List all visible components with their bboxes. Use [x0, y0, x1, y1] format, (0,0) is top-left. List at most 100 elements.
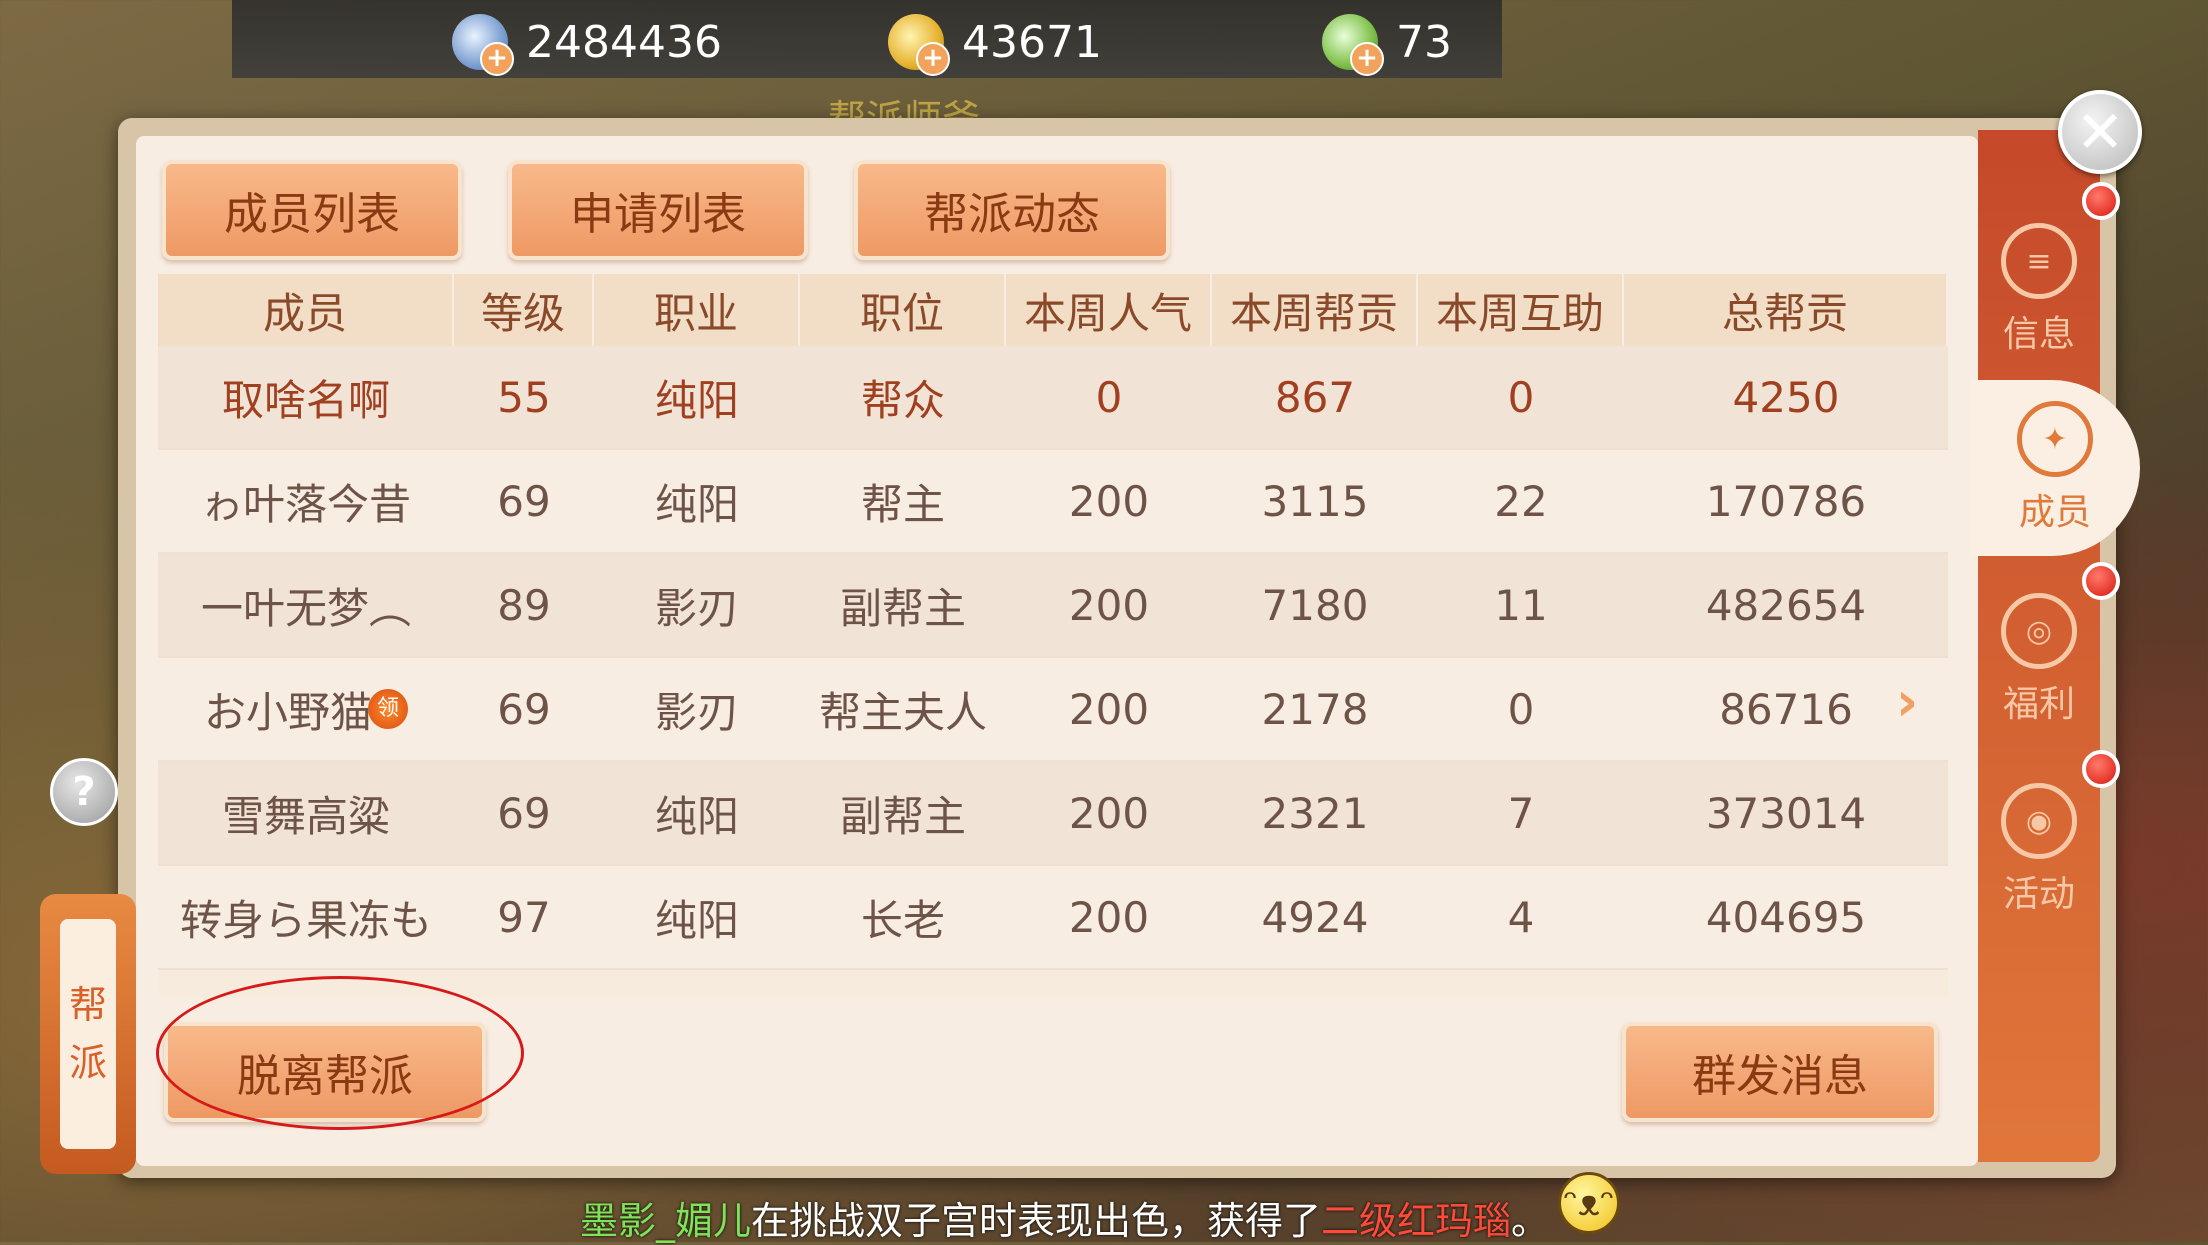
member-level: 55	[497, 372, 551, 422]
member-weekly-popularity: 200	[1068, 476, 1150, 526]
member-name: 雪舞高粱	[221, 791, 390, 841]
member-name: ゎ叶落今昔	[200, 479, 411, 529]
member-class: 影刃	[654, 687, 739, 737]
member-weekly-popularity: 200	[1068, 580, 1150, 630]
highlight-circle	[156, 976, 524, 1130]
table-header: 成员 等级 职业 职位 本周人气 本周帮贡 本周互助 总帮贡	[158, 274, 1948, 346]
member-weekly-popularity: 200	[1068, 892, 1150, 942]
notification-dot	[2082, 562, 2120, 600]
member-name: 取啥名啊	[221, 375, 390, 425]
member-class: 纯阳	[654, 375, 739, 425]
close-button[interactable]: ✕	[2058, 90, 2142, 174]
notification-dot	[2082, 750, 2120, 788]
member-table: 成员 等级 职业 职位 本周人气 本周帮贡 本周互助 总帮贡 取啥名啊 55 纯…	[158, 274, 1948, 998]
member-level: 97	[497, 892, 551, 942]
silver-coin-icon: +	[452, 14, 514, 76]
table-row[interactable]: ゎ叶落今昔 69 纯阳 帮主 200 3115 22 170786	[158, 450, 1948, 554]
header-class[interactable]: 职业	[594, 274, 800, 346]
member-level: 89	[497, 580, 551, 630]
broadcast-message-button[interactable]: 群发消息	[1622, 1022, 1938, 1122]
add-icon[interactable]: +	[1350, 42, 1384, 76]
tab-member-list[interactable]: 成员列表	[162, 160, 462, 260]
members-icon: ✦	[2017, 401, 2093, 477]
member-position: 帮主夫人	[818, 687, 987, 737]
grin-emoji-icon: ᵔᴥᵔ	[1558, 1172, 1620, 1234]
jade-coin-icon: +	[1322, 14, 1384, 76]
member-level: 69	[497, 476, 551, 526]
member-class: 纯阳	[654, 895, 739, 945]
tab-application-list[interactable]: 申请列表	[508, 160, 808, 260]
member-weekly-contribution: 4924	[1261, 892, 1369, 942]
announcement-player[interactable]: 墨影_媚儿	[580, 1199, 751, 1243]
member-weekly-contribution: 2178	[1261, 684, 1369, 734]
member-level: 69	[497, 788, 551, 838]
gold-coin-icon: +	[888, 14, 950, 76]
side-tab-label: 信息	[2002, 314, 2075, 355]
silver-currency[interactable]: + 2484436	[452, 10, 722, 76]
member-weekly-popularity: 200	[1068, 788, 1150, 838]
side-tab-events[interactable]: ◉ 活动	[1978, 762, 2100, 938]
member-weekly-assist: 7	[1507, 788, 1535, 838]
member-weekly-popularity: 200	[1068, 684, 1150, 734]
add-icon[interactable]: +	[916, 42, 950, 76]
announcement-text: 在挑战双子宫时表现出色，获得了	[751, 1199, 1322, 1243]
table-row[interactable]: 取啥名啊 55 纯阳 帮众 0 867 0 4250	[158, 346, 1948, 450]
header-weekly-assist[interactable]: 本周互助	[1418, 274, 1624, 346]
member-weekly-assist: 22	[1494, 476, 1548, 526]
table-row[interactable]: 转身ら果冻も 97 纯阳 长老 200 4924 4 404695	[158, 866, 1948, 970]
info-icon: ≡	[2001, 223, 2077, 299]
tab-gang-news[interactable]: 帮派动态	[854, 160, 1170, 260]
table-row[interactable]: 雪舞高粱 69 纯阳 副帮主 200 2321 7 373014	[158, 762, 1948, 866]
member-class: 纯阳	[654, 479, 739, 529]
member-weekly-contribution: 2321	[1261, 788, 1369, 838]
member-position: 帮众	[860, 375, 945, 425]
side-tab-label: 活动	[2002, 874, 2075, 915]
events-icon: ◉	[2001, 783, 2077, 859]
welfare-icon: ◎	[2001, 593, 2077, 669]
member-name: 一叶无梦︵	[200, 583, 411, 633]
gold-currency[interactable]: + 43671	[888, 10, 1102, 76]
member-class: 影刃	[654, 583, 739, 633]
member-weekly-contribution: 867	[1274, 372, 1356, 422]
side-tab-info[interactable]: ≡ 信息	[1978, 202, 2100, 378]
add-icon[interactable]: +	[480, 42, 514, 76]
member-weekly-assist: 11	[1494, 580, 1548, 630]
gang-tab-label: 帮 派	[60, 919, 116, 1149]
side-tab-label: 福利	[2002, 684, 2075, 725]
header-level[interactable]: 等级	[454, 274, 594, 346]
gold-amount: 43671	[962, 16, 1102, 68]
jade-currency[interactable]: + 73	[1322, 10, 1452, 76]
table-row[interactable]: お小野猫领 69 影刃 帮主夫人 200 2178 0 86716	[158, 658, 1948, 762]
jade-amount: 73	[1396, 16, 1452, 68]
member-level: 69	[497, 684, 551, 734]
header-weekly-contribution[interactable]: 本周帮贡	[1212, 274, 1418, 346]
member-weekly-assist: 0	[1507, 372, 1535, 422]
member-weekly-assist: 4	[1507, 892, 1535, 942]
reward-badge-icon[interactable]: 领	[368, 689, 408, 729]
side-tab-members[interactable]: ✦ 成员	[1970, 380, 2140, 556]
gang-tab-char: 帮	[68, 983, 107, 1027]
header-member[interactable]: 成员	[158, 274, 454, 346]
member-weekly-contribution: 7180	[1261, 580, 1369, 630]
announcement-item[interactable]: 二级红玛瑙	[1321, 1199, 1511, 1243]
header-position[interactable]: 职位	[800, 274, 1006, 346]
member-total-contribution: 404695	[1705, 892, 1867, 942]
header-total-contribution[interactable]: 总帮贡	[1624, 274, 1948, 346]
chevron-right-icon[interactable]: ›	[1896, 670, 1918, 733]
member-position: 长老	[860, 895, 945, 945]
resource-bar	[232, 0, 1502, 78]
header-weekly-popularity[interactable]: 本周人气	[1006, 274, 1212, 346]
help-button[interactable]: ?	[50, 758, 118, 826]
table-row[interactable]: 一叶无梦︵ 89 影刃 副帮主 200 7180 11 482654	[158, 554, 1948, 658]
side-tab-welfare[interactable]: ◎ 福利	[1978, 572, 2100, 748]
announcement-end: 。	[1511, 1199, 1550, 1243]
member-position: 副帮主	[839, 791, 966, 841]
member-weekly-popularity: 0	[1095, 372, 1123, 422]
member-total-contribution: 4250	[1732, 372, 1840, 422]
member-name-cell: お小野猫领	[158, 658, 454, 760]
member-weekly-assist: 0	[1507, 684, 1535, 734]
gang-tab[interactable]: 帮 派	[40, 894, 136, 1174]
member-total-contribution: 170786	[1705, 476, 1867, 526]
member-weekly-contribution: 3115	[1261, 476, 1369, 526]
notification-dot	[2082, 182, 2120, 220]
